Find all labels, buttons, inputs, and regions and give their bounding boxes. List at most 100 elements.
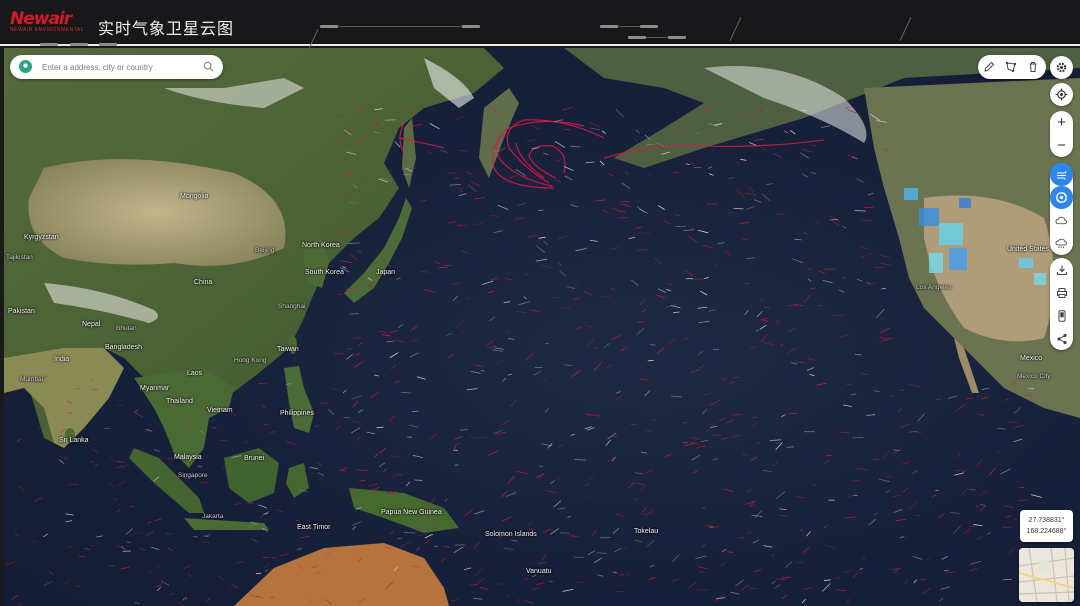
trash-icon[interactable] [1025, 59, 1041, 75]
wind-streak [644, 390, 651, 397]
zoom-in-button[interactable]: + [1050, 111, 1073, 134]
download-button[interactable] [1050, 258, 1073, 281]
wind-streak [954, 472, 964, 476]
wind-streak [379, 330, 387, 333]
wind-streak [670, 578, 679, 583]
settings-button[interactable] [1050, 56, 1073, 79]
map-label: Singapore [178, 472, 208, 479]
wind-streak [396, 277, 401, 280]
wind-streak [822, 583, 831, 592]
wind-layer-button[interactable] [1050, 163, 1073, 186]
wind-streak [979, 503, 986, 506]
wind-streak [754, 138, 764, 141]
nav-tab[interactable] [668, 36, 686, 39]
wind-streak [18, 602, 22, 606]
latitude-value: 27.738831° [1028, 517, 1065, 524]
wind-streak [818, 270, 825, 274]
rain-layer-button[interactable] [1050, 232, 1073, 255]
wind-streak [636, 327, 645, 336]
wind-streak [745, 257, 756, 259]
wind-streak [913, 579, 917, 584]
wind-streak [969, 567, 978, 572]
share-button[interactable] [1050, 327, 1073, 350]
satellite-map[interactable]: Mongolia Kyrgyzstan Tajikistan Pakistan … [4, 48, 1080, 606]
wind-streak [588, 122, 600, 127]
wind-streak [773, 153, 782, 158]
wind-streak [908, 502, 918, 510]
wind-streak [557, 235, 567, 240]
wind-streak [852, 156, 858, 160]
australia-landmass [234, 543, 449, 606]
nav-tab[interactable] [628, 36, 646, 39]
wind-streak [682, 229, 695, 232]
wind-streak [807, 367, 814, 371]
wind-streak [357, 409, 364, 413]
wind-streak [497, 204, 509, 210]
wind-streak [165, 532, 173, 535]
wind-streak [691, 454, 701, 461]
nav-tab[interactable] [600, 25, 618, 28]
nav-tab[interactable] [462, 25, 480, 28]
wind-streak [756, 311, 763, 318]
wind-streak [456, 186, 464, 193]
nav-tab[interactable] [320, 25, 338, 28]
wind-streak [704, 276, 709, 280]
nav-indicator[interactable] [70, 43, 88, 46]
wind-streak [615, 109, 625, 118]
wind-streak [980, 505, 986, 512]
wind-streak [197, 465, 203, 468]
wind-streak [730, 591, 740, 595]
wind-streak [975, 505, 980, 507]
search-icon[interactable] [203, 61, 214, 72]
map-label: Mexico [1020, 355, 1043, 362]
wind-streak [671, 395, 682, 398]
wind-streak [736, 189, 745, 198]
zoom-out-button[interactable]: − [1050, 134, 1073, 157]
wind-streak [235, 561, 245, 564]
mobile-button[interactable] [1050, 304, 1073, 327]
wind-streak [895, 518, 907, 522]
newair-logo[interactable]: Newair NEWAIR ENVIRONMENTAL [10, 9, 83, 35]
wind-streak [732, 376, 740, 379]
wind-streak [508, 338, 515, 340]
minimap-streets [1019, 548, 1074, 602]
wind-streak [247, 502, 254, 505]
wind-streak [891, 567, 901, 571]
wind-streak [648, 577, 656, 580]
map-label: Jakarta [202, 513, 224, 520]
wind-streak [572, 298, 580, 300]
nav-divider [899, 17, 912, 41]
wind-streak [788, 327, 797, 333]
locate-button[interactable] [1050, 83, 1073, 106]
pencil-icon[interactable] [981, 59, 997, 75]
cloud-layer-button[interactable] [1050, 209, 1073, 232]
print-button[interactable] [1050, 281, 1073, 304]
wind-streak [589, 239, 598, 242]
wind-streak [754, 199, 762, 203]
wind-streak [43, 581, 52, 587]
wind-streak [644, 429, 653, 433]
wind-streak [739, 221, 750, 225]
wind-streak [708, 309, 716, 312]
typhoon-layer-button[interactable] [1050, 186, 1073, 209]
wind-streak [31, 539, 37, 543]
wind-streak [416, 547, 420, 552]
nav-indicator[interactable] [99, 43, 117, 46]
wind-streak [750, 345, 756, 350]
search-input[interactable] [42, 59, 200, 75]
wind-streak [667, 283, 672, 286]
polygon-icon[interactable] [1003, 59, 1019, 75]
wind-streak [761, 319, 768, 322]
wind-streak [856, 178, 864, 183]
wind-streak [769, 439, 781, 442]
minimap[interactable] [1019, 548, 1074, 602]
nav-indicator[interactable] [40, 43, 58, 46]
nav-tab[interactable] [640, 25, 658, 28]
wind-streak [492, 150, 502, 152]
map-label: Bangladesh [105, 344, 142, 351]
wind-streak [406, 481, 411, 487]
map-label: Mumbai [20, 376, 44, 383]
wind-streak [599, 160, 605, 166]
wind-streak [351, 395, 362, 400]
map-label: North Korea [302, 242, 340, 249]
